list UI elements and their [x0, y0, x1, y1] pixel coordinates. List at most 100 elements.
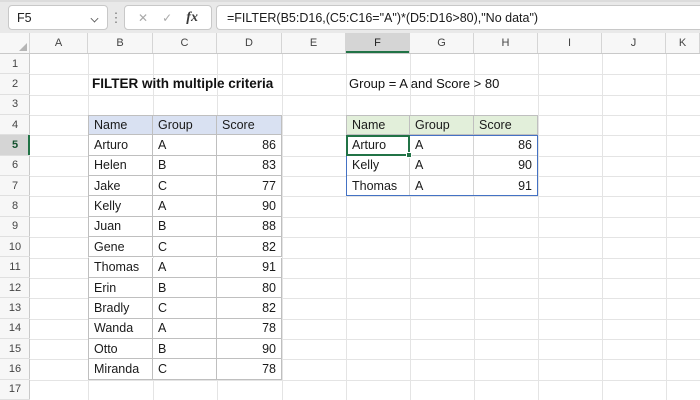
cell-B16[interactable]: Miranda	[88, 359, 153, 379]
cell-G5[interactable]: A	[410, 135, 474, 155]
cell-B4[interactable]: Name	[88, 115, 153, 135]
row-header-9[interactable]: 9	[0, 217, 30, 237]
cell-B9[interactable]: Juan	[88, 217, 153, 237]
row-header-15[interactable]: 15	[0, 339, 30, 359]
cell-H7[interactable]: 91	[474, 176, 538, 196]
cell-C15[interactable]: B	[153, 339, 217, 359]
row-header-6[interactable]: 6	[0, 156, 30, 176]
cell-D11[interactable]: 91	[217, 258, 282, 278]
cell-D6[interactable]: 83	[217, 156, 282, 176]
cell-H4[interactable]: Score	[474, 115, 538, 135]
cell-C16[interactable]: C	[153, 359, 217, 379]
cell-D9[interactable]: 88	[217, 217, 282, 237]
cell-H5[interactable]: 86	[474, 135, 538, 155]
column-header-K[interactable]: K	[666, 33, 700, 53]
row-header-1[interactable]: 1	[0, 54, 30, 74]
column-header-B[interactable]: B	[88, 33, 153, 53]
cell-C8[interactable]: A	[153, 196, 217, 216]
gridline	[282, 54, 283, 400]
row-header-5[interactable]: 5	[0, 135, 30, 155]
row-header-3[interactable]: 3	[0, 95, 30, 115]
row-header-11[interactable]: 11	[0, 258, 30, 278]
result-caption[interactable]: Group = A and Score > 80	[349, 74, 499, 94]
cell-D8[interactable]: 90	[217, 196, 282, 216]
formula-input[interactable]: =FILTER(B5:D16,(C5:C16="A")*(D5:D16>80),…	[216, 5, 700, 30]
cell-C12[interactable]: B	[153, 278, 217, 298]
row-header-12[interactable]: 12	[0, 278, 30, 298]
cell-B14[interactable]: Wanda	[88, 319, 153, 339]
fill-handle[interactable]	[406, 152, 412, 158]
cell-D4[interactable]: Score	[217, 115, 282, 135]
cell-D15[interactable]: 90	[217, 339, 282, 359]
column-header-F[interactable]: F	[346, 33, 410, 53]
cell-C7[interactable]: C	[153, 176, 217, 196]
more-options-icon: ⋮	[109, 10, 123, 26]
insert-function-icon[interactable]: fx	[186, 11, 198, 25]
cell-C14[interactable]: A	[153, 319, 217, 339]
cell-D5[interactable]: 86	[217, 135, 282, 155]
cell-D14[interactable]: 78	[217, 319, 282, 339]
row-header-7[interactable]: 7	[0, 176, 30, 196]
row-headers: 1234567891011121314151617	[0, 54, 30, 400]
cancel-icon[interactable]: ✕	[138, 12, 148, 24]
column-header-I[interactable]: I	[538, 33, 602, 53]
cell-D12[interactable]: 80	[217, 278, 282, 298]
gridline	[410, 54, 411, 400]
column-header-G[interactable]: G	[410, 33, 474, 53]
cell-G7[interactable]: A	[410, 176, 474, 196]
row-header-2[interactable]: 2	[0, 74, 30, 94]
cell-B13[interactable]: Bradly	[88, 298, 153, 318]
cell-C11[interactable]: A	[153, 258, 217, 278]
cell-G6[interactable]: A	[410, 156, 474, 176]
cell-B15[interactable]: Otto	[88, 339, 153, 359]
row-header-8[interactable]: 8	[0, 196, 30, 216]
name-box[interactable]: F5	[8, 5, 108, 30]
cell-D13[interactable]: 82	[217, 298, 282, 318]
cell-B6[interactable]: Helen	[88, 156, 153, 176]
row-header-17[interactable]: 17	[0, 380, 30, 400]
row-header-16[interactable]: 16	[0, 359, 30, 379]
gridline	[30, 380, 700, 381]
gridline	[346, 54, 347, 400]
cell-D7[interactable]: 77	[217, 176, 282, 196]
formula-text: =FILTER(B5:D16,(C5:C16="A")*(D5:D16>80),…	[227, 11, 538, 25]
column-header-H[interactable]: H	[474, 33, 538, 53]
gridline	[474, 54, 475, 400]
column-header-A[interactable]: A	[30, 33, 88, 53]
cell-F7[interactable]: Thomas	[346, 176, 410, 196]
cell-C13[interactable]: C	[153, 298, 217, 318]
cell-B10[interactable]: Gene	[88, 237, 153, 257]
cell-C9[interactable]: B	[153, 217, 217, 237]
column-header-E[interactable]: E	[282, 33, 346, 53]
column-header-C[interactable]: C	[153, 33, 217, 53]
row-header-10[interactable]: 10	[0, 237, 30, 257]
cell-D16[interactable]: 78	[217, 359, 282, 379]
cell-G4[interactable]: Group	[410, 115, 474, 135]
gridline	[666, 54, 667, 400]
select-all-triangle-icon	[19, 43, 27, 51]
row-header-4[interactable]: 4	[0, 115, 30, 135]
sheet-grid: 1234567891011121314151617 FILTER with mu…	[0, 54, 700, 400]
cell-C5[interactable]: A	[153, 135, 217, 155]
cell-B5[interactable]: Arturo	[88, 135, 153, 155]
column-header-J[interactable]: J	[602, 33, 666, 53]
cell-B7[interactable]: Jake	[88, 176, 153, 196]
cell-F4[interactable]: Name	[346, 115, 410, 135]
cell-C6[interactable]: B	[153, 156, 217, 176]
cell-C10[interactable]: C	[153, 237, 217, 257]
cell-B11[interactable]: Thomas	[88, 258, 153, 278]
select-all-corner[interactable]	[0, 33, 30, 53]
chevron-down-icon[interactable]	[91, 14, 99, 22]
enter-icon[interactable]: ✓	[162, 12, 172, 24]
cell-B8[interactable]: Kelly	[88, 196, 153, 216]
cell-F5[interactable]: Arturo	[346, 135, 410, 155]
cell-B12[interactable]: Erin	[88, 278, 153, 298]
cell-H6[interactable]: 90	[474, 156, 538, 176]
row-header-14[interactable]: 14	[0, 319, 30, 339]
column-header-D[interactable]: D	[217, 33, 282, 53]
cell-F6[interactable]: Kelly	[346, 156, 410, 176]
cell-D10[interactable]: 82	[217, 237, 282, 257]
row-header-13[interactable]: 13	[0, 298, 30, 318]
cell-C4[interactable]: Group	[153, 115, 217, 135]
sheet-title[interactable]: FILTER with multiple criteria	[92, 74, 273, 94]
